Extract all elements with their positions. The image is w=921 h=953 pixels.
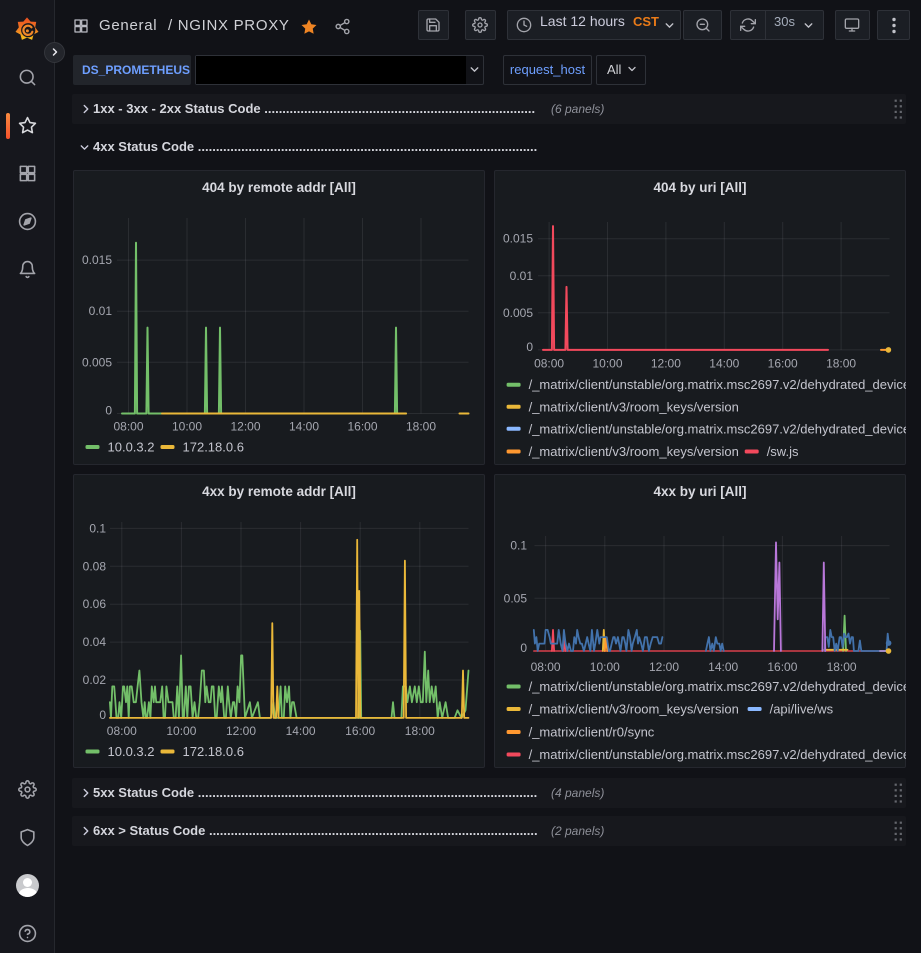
svg-text:18:00: 18:00 bbox=[826, 357, 856, 371]
svg-text:10.0.3.2: 10.0.3.2 bbox=[108, 440, 155, 455]
svg-text:0.015: 0.015 bbox=[82, 253, 112, 267]
svg-text:/_matrix/client/v3/room_keys/v: /_matrix/client/v3/room_keys/version bbox=[529, 702, 739, 717]
svg-text:10.0.3.2: 10.0.3.2 bbox=[108, 744, 155, 759]
svg-text:10:00: 10:00 bbox=[590, 660, 620, 674]
svg-text:18:00: 18:00 bbox=[405, 724, 435, 738]
svg-text:12:00: 12:00 bbox=[230, 420, 260, 434]
svg-text:16:00: 16:00 bbox=[347, 420, 377, 434]
svg-text:/_matrix/client/unstable/org.m: /_matrix/client/unstable/org.matrix.msc2… bbox=[529, 747, 906, 762]
svg-text:10:00: 10:00 bbox=[172, 420, 202, 434]
svg-text:10:00: 10:00 bbox=[166, 724, 196, 738]
svg-text:0: 0 bbox=[99, 708, 106, 722]
svg-text:16:00: 16:00 bbox=[345, 724, 375, 738]
svg-text:16:00: 16:00 bbox=[767, 660, 797, 674]
svg-text:/_matrix/client/r0/sync: /_matrix/client/r0/sync bbox=[529, 725, 655, 740]
svg-text:0.005: 0.005 bbox=[82, 355, 112, 369]
svg-text:/_matrix/client/unstable/org.m: /_matrix/client/unstable/org.matrix.msc2… bbox=[529, 679, 906, 694]
svg-text:0.06: 0.06 bbox=[83, 597, 107, 611]
svg-text:12:00: 12:00 bbox=[226, 724, 256, 738]
svg-text:14:00: 14:00 bbox=[289, 420, 319, 434]
svg-text:0.02: 0.02 bbox=[83, 673, 107, 687]
svg-text:10:00: 10:00 bbox=[592, 357, 622, 371]
svg-text:0: 0 bbox=[105, 404, 112, 418]
svg-text:08:00: 08:00 bbox=[534, 357, 564, 371]
svg-text:18:00: 18:00 bbox=[827, 660, 857, 674]
svg-text:/_matrix/client/unstable/org.m: /_matrix/client/unstable/org.matrix.msc2… bbox=[529, 377, 906, 392]
svg-text:14:00: 14:00 bbox=[286, 724, 316, 738]
svg-text:172.18.0.6: 172.18.0.6 bbox=[183, 440, 244, 455]
svg-text:0.015: 0.015 bbox=[503, 232, 533, 246]
svg-text:0: 0 bbox=[520, 641, 527, 655]
svg-text:12:00: 12:00 bbox=[649, 660, 679, 674]
svg-text:08:00: 08:00 bbox=[113, 420, 143, 434]
svg-text:0.01: 0.01 bbox=[89, 304, 113, 318]
svg-text:/_matrix/client/v3/room_keys/v: /_matrix/client/v3/room_keys/version bbox=[529, 444, 739, 459]
svg-text:0.05: 0.05 bbox=[504, 591, 528, 605]
svg-text:18:00: 18:00 bbox=[406, 420, 436, 434]
svg-text:12:00: 12:00 bbox=[651, 357, 681, 371]
svg-text:/_matrix/client/unstable/org.m: /_matrix/client/unstable/org.matrix.msc2… bbox=[529, 421, 906, 436]
svg-text:/_matrix/client/v3/room_keys/v: /_matrix/client/v3/room_keys/version bbox=[529, 399, 739, 414]
svg-text:14:00: 14:00 bbox=[708, 660, 738, 674]
svg-text:14:00: 14:00 bbox=[709, 357, 739, 371]
svg-text:16:00: 16:00 bbox=[768, 357, 798, 371]
svg-text:172.18.0.6: 172.18.0.6 bbox=[183, 744, 244, 759]
svg-text:/api/live/ws: /api/live/ws bbox=[770, 702, 834, 717]
svg-text:0: 0 bbox=[526, 340, 533, 354]
svg-text:/sw.js: /sw.js bbox=[767, 444, 799, 459]
svg-text:0.1: 0.1 bbox=[510, 539, 527, 553]
svg-text:0.01: 0.01 bbox=[510, 269, 534, 283]
svg-text:0.08: 0.08 bbox=[83, 559, 107, 573]
svg-text:0.04: 0.04 bbox=[83, 635, 107, 649]
svg-text:0.005: 0.005 bbox=[503, 306, 533, 320]
svg-text:08:00: 08:00 bbox=[531, 660, 561, 674]
svg-text:0.1: 0.1 bbox=[89, 521, 106, 535]
svg-text:08:00: 08:00 bbox=[107, 724, 137, 738]
